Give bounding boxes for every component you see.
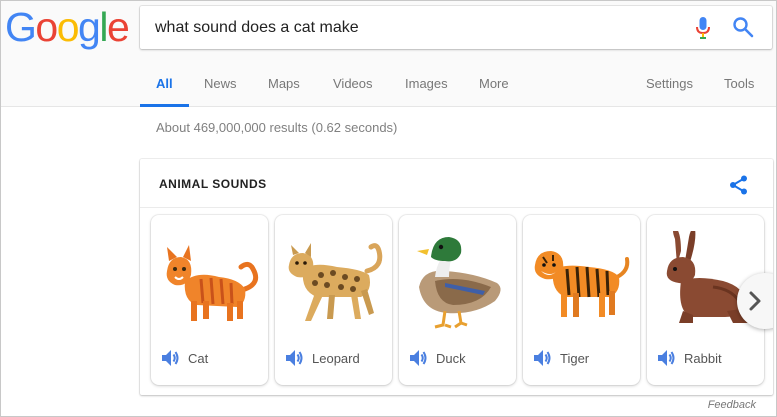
animal-tile-cat[interactable]: Cat bbox=[151, 215, 268, 385]
chevron-right-icon bbox=[749, 291, 761, 311]
animal-sounds-card: ANIMAL SOUNDS Cat Leopard Duck Tiger Rab… bbox=[140, 159, 773, 395]
tab-more[interactable]: More bbox=[479, 65, 509, 107]
top-bar: Google what sound does a cat make All Ne… bbox=[1, 1, 776, 107]
logo-letter: G bbox=[5, 4, 37, 50]
search-tabs: All News Maps Videos Images More Setting… bbox=[1, 65, 776, 107]
search-input[interactable]: what sound does a cat make bbox=[155, 6, 359, 49]
search-icon[interactable] bbox=[732, 16, 754, 38]
google-logo[interactable]: Google bbox=[5, 4, 130, 50]
animal-tile-tiger[interactable]: Tiger bbox=[523, 215, 640, 385]
animal-label: Tiger bbox=[560, 351, 590, 366]
animal-label: Leopard bbox=[312, 351, 360, 366]
tab-news[interactable]: News bbox=[204, 65, 237, 107]
speaker-icon[interactable] bbox=[408, 348, 428, 368]
animal-label: Rabbit bbox=[684, 351, 722, 366]
logo-letter: l bbox=[99, 4, 108, 50]
logo-letter: e bbox=[106, 4, 130, 50]
microphone-icon[interactable] bbox=[695, 17, 711, 39]
speaker-icon[interactable] bbox=[656, 348, 676, 368]
tab-maps[interactable]: Maps bbox=[268, 65, 300, 107]
card-title: ANIMAL SOUNDS bbox=[159, 177, 267, 191]
duck-illustration bbox=[417, 237, 501, 329]
animal-tile-leopard[interactable]: Leopard bbox=[275, 215, 392, 385]
cat-illustration bbox=[166, 245, 259, 321]
animal-tile-duck[interactable]: Duck bbox=[399, 215, 516, 385]
tab-videos[interactable]: Videos bbox=[333, 65, 373, 107]
animal-label: Duck bbox=[436, 351, 466, 366]
logo-letter: g bbox=[78, 4, 101, 50]
tab-images[interactable]: Images bbox=[405, 65, 448, 107]
speaker-icon[interactable] bbox=[532, 348, 552, 368]
speaker-icon[interactable] bbox=[284, 348, 304, 368]
tab-tools[interactable]: Tools bbox=[724, 65, 754, 107]
result-stats: About 469,000,000 results (0.62 seconds) bbox=[156, 120, 398, 135]
logo-letter: o bbox=[35, 4, 58, 50]
share-icon[interactable] bbox=[728, 174, 750, 196]
search-box[interactable]: what sound does a cat make bbox=[140, 6, 772, 49]
feedback-link[interactable]: Feedback bbox=[708, 399, 756, 411]
animal-carousel: Cat Leopard Duck Tiger Rabbit bbox=[140, 207, 773, 395]
logo-letter: o bbox=[56, 4, 80, 50]
tab-all[interactable]: All bbox=[140, 65, 188, 107]
tiger-illustration bbox=[534, 251, 630, 317]
leopard-illustration bbox=[288, 243, 383, 321]
tab-settings[interactable]: Settings bbox=[646, 65, 693, 107]
speaker-icon[interactable] bbox=[160, 348, 180, 368]
animal-label: Cat bbox=[188, 351, 209, 366]
